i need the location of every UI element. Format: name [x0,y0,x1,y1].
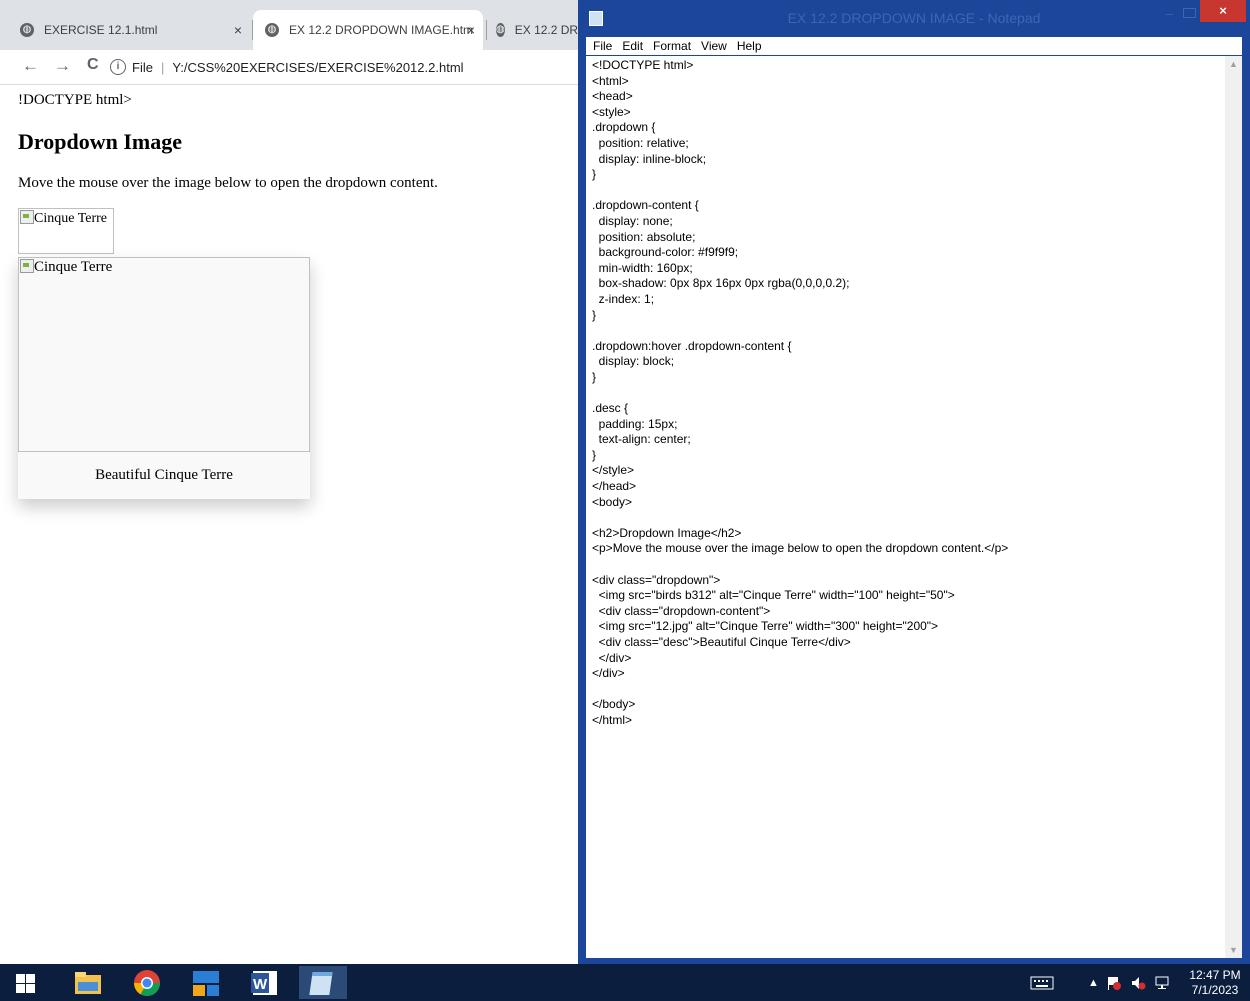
tab-title: EX 12.2 DROPDOWN IMAGE.htm [289,23,474,37]
word-letter: W [253,976,268,993]
dropdown-description: Beautiful Cinque Terre [95,467,233,483]
flag-notification-icon[interactable] [1106,964,1122,1001]
forward-arrow-icon[interactable]: → [54,56,71,76]
close-tab-icon[interactable]: × [234,22,242,38]
broken-image-icon [20,259,34,273]
menu-view[interactable]: View [701,39,727,53]
menu-help[interactable]: Help [737,39,762,53]
reload-icon[interactable]: C [87,56,99,74]
volume-muted-icon[interactable] [1130,964,1146,1001]
image-alt-text: Cinque Terre [34,259,113,275]
tab-exercise-12-1[interactable]: ◍ EXERCISE 12.1.html × [20,10,250,50]
tab-ex-12-2-duplicate[interactable]: ◍ EX 12.2 DRO [496,10,578,50]
tray-chevron-icon[interactable]: ▲ [1088,964,1099,1001]
close-button[interactable]: × [1200,0,1246,22]
taskbar: W ▲ 12:47 PM 7/1/2023 [0,964,1250,1001]
notepad-taskbar-icon[interactable] [299,966,347,999]
menu-format[interactable]: Format [653,39,691,53]
menu-file[interactable]: File [593,39,612,53]
clock-date: 7/1/2023 [1191,983,1239,997]
scroll-down-icon[interactable]: ▼ [1229,945,1238,955]
tab-bar: ◍ EXERCISE 12.1.html × ◍ EX 12.2 DROPDOW… [0,0,578,50]
maximize-button[interactable] [1183,8,1196,18]
globe-icon: ◍ [265,23,279,37]
clock-time: 12:47 PM [1189,968,1241,982]
browser-toolbar: ← → C i File | Y:/CSS%20EXERCISES/EXERCI… [0,50,578,85]
notepad-menubar: File Edit Format View Help [586,37,1242,55]
globe-icon: ◍ [20,23,34,37]
page-heading: Dropdown Image [18,129,183,154]
file-explorer-icon[interactable] [64,966,112,999]
dropdown-content: Cinque Terre Beautiful Cinque Terre [18,257,310,499]
windows-start-icon[interactable] [0,966,48,999]
word-icon[interactable]: W [240,966,288,999]
network-icon[interactable] [1154,964,1170,1001]
tab-title: EX 12.2 DRO [514,23,578,37]
close-tab-icon[interactable]: × [467,22,475,38]
image-alt-text: Cinque Terre [34,211,108,226]
notepad-content: <!DOCTYPE html> <html> <head> <style> .d… [592,58,1009,727]
browser-window: ◍ EXERCISE 12.1.html × ◍ EX 12.2 DROPDOW… [0,0,578,964]
doctype-text: !DOCTYPE html> [18,92,132,108]
info-icon[interactable]: i [110,59,126,75]
back-arrow-icon[interactable]: ← [22,56,39,76]
chrome-icon[interactable] [123,966,171,999]
scroll-up-icon[interactable]: ▲ [1229,59,1238,69]
notepad-title: EX 12.2 DROPDOWN IMAGE - Notepad [787,10,1041,26]
notepad-text-area[interactable]: <!DOCTYPE html> <html> <head> <style> .d… [586,56,1242,958]
address-bar[interactable]: i File | Y:/CSS%20EXERCISES/EXERCISE%201… [110,54,570,80]
page-content: !DOCTYPE html> Dropdown Image Move the m… [0,85,578,964]
taskbar-clock[interactable]: 12:47 PM 7/1/2023 [1184,968,1246,998]
keyboard-icon[interactable] [1030,964,1054,1001]
address-url: Y:/CSS%20EXERCISES/EXERCISE%2012.2.html [172,59,464,75]
minimize-button[interactable]: – [1166,6,1173,21]
dropdown-thumbnail-image[interactable]: Cinque Terre [18,208,114,254]
menu-edit[interactable]: Edit [622,39,643,53]
address-separator: | [160,59,165,75]
notepad-window: EX 12.2 DROPDOWN IMAGE - Notepad – × Fil… [578,0,1250,964]
broken-image-icon [20,210,34,224]
app-blue-icon[interactable] [182,966,230,999]
dropdown-large-image: Cinque Terre [18,257,310,452]
address-scheme: File [132,59,153,75]
vertical-scrollbar[interactable]: ▲ ▼ [1225,56,1242,958]
tab-title: EXERCISE 12.1.html [44,23,158,37]
page-paragraph: Move the mouse over the image below to o… [18,175,438,191]
notepad-titlebar: EX 12.2 DROPDOWN IMAGE - Notepad – × [578,0,1250,37]
tab-separator [486,20,487,40]
tab-ex-12-2[interactable]: ◍ EX 12.2 DROPDOWN IMAGE.htm × [253,10,483,50]
globe-icon: ◍ [496,23,505,37]
